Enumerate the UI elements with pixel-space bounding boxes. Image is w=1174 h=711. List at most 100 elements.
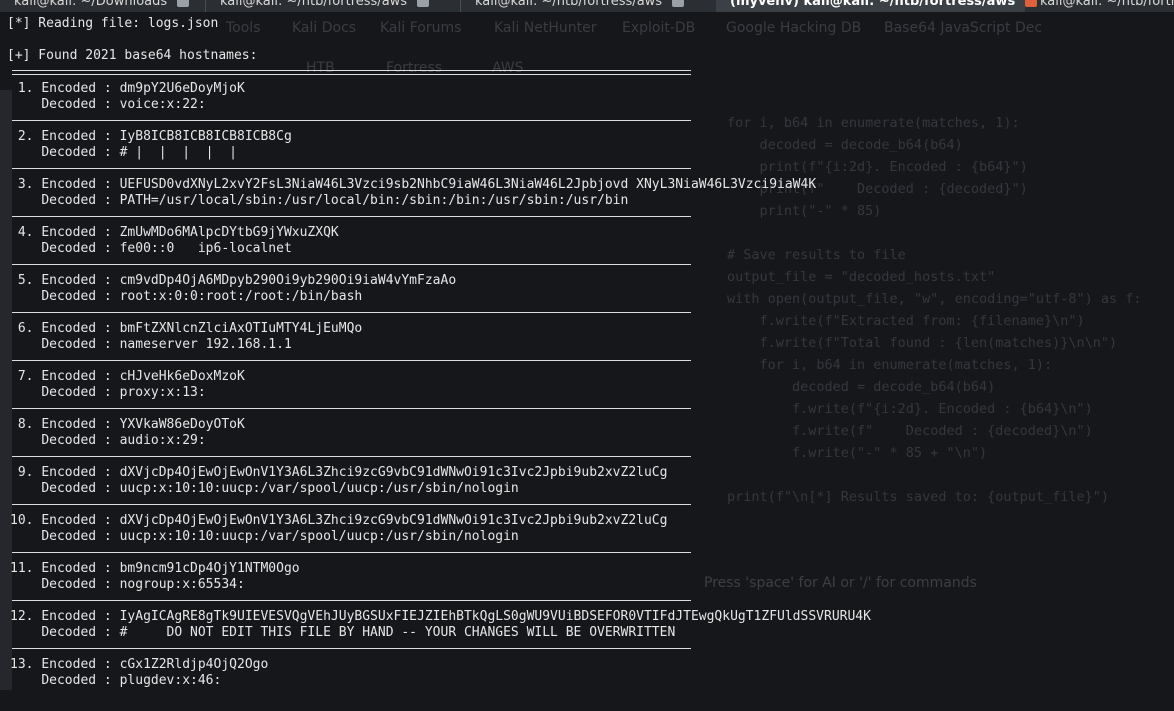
decoded-line: Decoded : plugdev:x:46: — [7, 673, 707, 689]
entry-number: 2. — [10, 129, 34, 144]
entry-number: 10. — [10, 513, 34, 528]
entry-divider — [12, 216, 691, 217]
encoded-label: Encoded : — [41, 657, 120, 672]
list-item: 6. Encoded : bmFtZXNlcnZlciAxOTIuMTY4LjE… — [7, 321, 707, 353]
encoded-line: 2. Encoded : IyB8ICB8ICB8ICB8ICB8Cg — [7, 129, 707, 145]
encoded-label: Encoded : — [41, 129, 120, 144]
terminal-tab[interactable]: kali@kali: ~/Downloads — [0, 0, 205, 12]
decoded-label: Decoded : — [41, 673, 120, 688]
entry-divider — [12, 504, 691, 505]
ghost-code-line: for i, b64 in enumerate(matches, 1): — [727, 357, 1053, 373]
ghost-code-line: f.write(f"Total found : {len(matches)}\n… — [727, 335, 1118, 351]
ghost-code-line: decoded = decode_b64(b64) — [727, 379, 996, 395]
list-item: 12. Encoded : IyAgICAgRE8gTk9UIEVESVQgVE… — [7, 609, 871, 641]
entry-divider — [12, 360, 691, 361]
close-tab-icon[interactable] — [417, 0, 430, 7]
status-line: [*] Reading file: logs.json — [7, 16, 219, 31]
entry-number: 6. — [10, 321, 34, 336]
encoded-label: Encoded : — [41, 81, 120, 96]
encoded-label: Encoded : — [41, 513, 120, 528]
list-item: 3. Encoded : UEFUSD0vdXNyL2xvY2FsL3NiaW4… — [7, 177, 816, 209]
entry-divider — [12, 168, 691, 169]
entry-divider — [12, 456, 691, 457]
encoded-value: IyAgICAgRE8gTk9UIEVESVQgVEhJUyBGSUxFIEJZ… — [119, 609, 871, 624]
tab-title: kali@kali: ~/htb/fortress/aws — [475, 0, 663, 9]
encoded-line: 3. Encoded : UEFUSD0vdXNyL2xvY2FsL3NiaW4… — [7, 177, 816, 193]
tab-title: (myvenv) kali@kali: ~/htb/fortress/aws — [730, 0, 1016, 9]
decoded-value: # | | | | | — [119, 145, 237, 160]
tab-title: kali@kali: ~/htb/fortress/aws — [220, 0, 408, 9]
decoded-value: nameserver 192.168.1.1 — [119, 337, 292, 352]
encoded-value: YXVkaW86eDoyOToK — [119, 417, 245, 432]
encoded-value: dm9pY2U6eDoyMjoK — [119, 81, 245, 96]
decoded-value: audio:x:29: — [119, 433, 206, 448]
decoded-line: Decoded : uucp:x:10:10:uucp:/var/spool/u… — [7, 481, 707, 497]
decoded-label: Decoded : — [41, 241, 120, 256]
encoded-label: Encoded : — [41, 225, 120, 240]
terminal-tab-bar: kali@kali: ~/Downloads kali@kali: ~/htb/… — [0, 0, 1174, 12]
ghost-code-line: output_file = "decoded_hosts.txt" — [727, 269, 996, 285]
encoded-label: Encoded : — [41, 561, 120, 576]
list-item: 10. Encoded : dXVjcDp4OjEwOjEwOnV1Y3A6L3… — [7, 513, 707, 545]
encoded-line: 1. Encoded : dm9pY2U6eDoyMjoK — [7, 81, 707, 97]
decoded-label: Decoded : — [41, 625, 120, 640]
list-item: 5. Encoded : cm9vdDp4OjA6MDpyb290Oi9yb29… — [7, 273, 707, 305]
decoded-line: Decoded : root:x:0:0:root:/root:/bin/bas… — [7, 289, 707, 305]
encoded-value: ZmUwMDo6MAlpcDYtbG9jYWxuZXQK — [119, 225, 339, 240]
decoded-label: Decoded : — [41, 145, 120, 160]
bookmark: Google Hacking DB — [726, 20, 862, 36]
entry-number: 1. — [10, 81, 34, 96]
list-item: 9. Encoded : dXVjcDp4OjEwOjEwOnV1Y3A6L3Z… — [7, 465, 707, 497]
terminal-tab-active[interactable]: (myvenv) kali@kali: ~/htb/fortress/aws — [716, 0, 1038, 12]
tab-title: kali@kali: ~/htb/fortress/aws — [1040, 0, 1174, 9]
entry-number: 5. — [10, 273, 34, 288]
entry-divider — [12, 120, 691, 121]
decoded-label: Decoded : — [41, 577, 120, 592]
entry-number: 13. — [10, 657, 34, 672]
encoded-value: cm9vdDp4OjA6MDpyb290Oi9yb290Oi9iaW4vYmFz… — [119, 273, 457, 288]
terminal-tab[interactable]: kali@kali: ~/htb/fortress/aws — [1026, 0, 1174, 12]
encoded-label: Encoded : — [41, 609, 120, 624]
encoded-value: cHJveHk6eDoxMzoK — [119, 369, 245, 384]
entry-divider — [12, 312, 691, 313]
decoded-label: Decoded : — [41, 193, 120, 208]
encoded-value: cGx1Z2Rldjp4OjQ2Ogo — [119, 657, 269, 672]
decoded-value: nogroup:x:65534: — [119, 577, 245, 592]
encoded-label: Encoded : — [41, 321, 120, 336]
encoded-line: 10. Encoded : dXVjcDp4OjEwOjEwOnV1Y3A6L3… — [7, 513, 707, 529]
encoded-label: Encoded : — [41, 417, 120, 432]
encoded-line: 5. Encoded : cm9vdDp4OjA6MDpyb290Oi9yb29… — [7, 273, 707, 289]
ghost-code-line: # Save results to file — [727, 247, 906, 263]
entry-number: 9. — [10, 465, 34, 480]
encoded-line: 8. Encoded : YXVkaW86eDoyOToK — [7, 417, 707, 433]
terminal-tab[interactable]: kali@kali: ~/htb/fortress/aws — [461, 0, 715, 12]
entry-list: 1. Encoded : dm9pY2U6eDoyMjoK Decoded : … — [7, 81, 871, 689]
entry-number: 4. — [10, 225, 34, 240]
decoded-label: Decoded : — [41, 97, 120, 112]
ghost-code-line: f.write(f" Decoded : {decoded}\n") — [727, 423, 1093, 439]
entry-number: 8. — [10, 417, 34, 432]
close-tab-icon[interactable] — [177, 0, 190, 7]
entry-divider — [12, 408, 691, 409]
entry-divider — [12, 264, 691, 265]
terminal-tab[interactable]: kali@kali: ~/htb/fortress/aws — [206, 0, 460, 12]
encoded-label: Encoded : — [41, 273, 120, 288]
decoded-value: voice:x:22: — [119, 97, 206, 112]
close-tab-icon[interactable] — [672, 0, 685, 7]
decoded-line: Decoded : proxy:x:13: — [7, 385, 707, 401]
status-line: [+] Found 2021 base64 hostnames: — [7, 48, 258, 63]
encoded-value: bm9ncm91cDp4OjY1NTM0Ogo — [119, 561, 300, 576]
encoded-line: 6. Encoded : bmFtZXNlcnZlciAxOTIuMTY4LjE… — [7, 321, 707, 337]
encoded-line: 9. Encoded : dXVjcDp4OjEwOjEwOnV1Y3A6L3Z… — [7, 465, 707, 481]
entry-number: 12. — [10, 609, 34, 624]
decoded-label: Decoded : — [41, 433, 120, 448]
list-item: 7. Encoded : cHJveHk6eDoxMzoK Decoded : … — [7, 369, 707, 401]
decoded-line: Decoded : # | | | | | — [7, 145, 707, 161]
encoded-value: bmFtZXNlcnZlciAxOTIuMTY4LjEuMQo — [119, 321, 363, 336]
ghost-code-line: f.write("-" * 85 + "\n") — [727, 445, 988, 461]
decoded-line: Decoded : uucp:x:10:10:uucp:/var/spool/u… — [7, 529, 707, 545]
entry-divider — [12, 600, 691, 601]
decoded-label: Decoded : — [41, 337, 120, 352]
ghost-code-line: print(f"{i:2d}. Encoded : {b64}") — [727, 159, 1028, 175]
encoded-value: dXVjcDp4OjEwOjEwOnV1Y3A6L3Zhci9zcG9vbC91… — [119, 513, 668, 528]
